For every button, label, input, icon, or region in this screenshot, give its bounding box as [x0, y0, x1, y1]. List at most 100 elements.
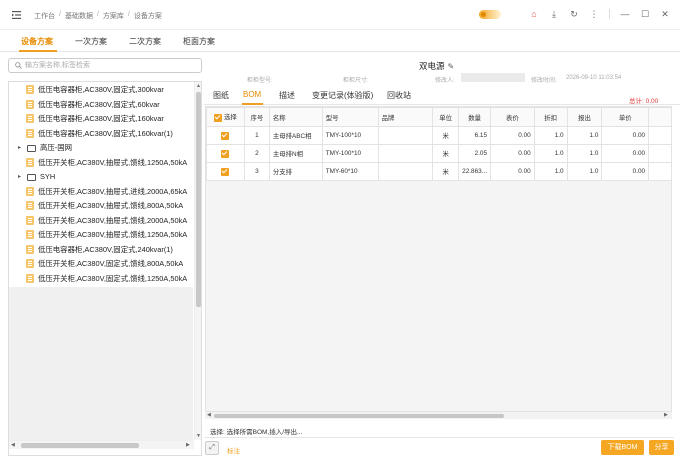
- bom-quote-cell[interactable]: 1.0: [566, 162, 603, 181]
- tree-item[interactable]: 低压电容器柜,AC380V,固定式,60kvar: [9, 98, 193, 112]
- tree-item[interactable]: 低压开关柜,AC380V,抽屉式,馈线,1250A,50kA: [9, 156, 193, 170]
- tree-item[interactable]: 低压开关柜,AC380V,抽屉式,进线,2000A,65kA: [9, 185, 193, 199]
- table-row[interactable]: 3 分支排 TMY-60*10 米 22.863... 0.00 1.0 1.0 0.00: [206, 162, 671, 181]
- grid-horizontal-scrollbar[interactable]: ◀ ▶: [205, 411, 672, 419]
- bom-unit-price-cell[interactable]: 0.00: [601, 126, 650, 145]
- scroll-left-icon[interactable]: ◀: [11, 442, 15, 448]
- table-row[interactable]: 1 主母排ABC相 TMY-100*10 米 6.15 0.00 1.0 1.0 0.00: [206, 126, 671, 145]
- edit-pencil-icon[interactable]: ✎: [448, 62, 455, 71]
- minimize-icon[interactable]: —: [620, 9, 630, 19]
- breadcrumb-item[interactable]: 方案库: [103, 11, 124, 21]
- tab-panel-scheme[interactable]: 柜面方案: [183, 36, 215, 47]
- scrollbar-thumb[interactable]: [21, 443, 139, 448]
- menu-toggle-icon[interactable]: [12, 11, 21, 19]
- bom-seq-cell[interactable]: 1: [243, 126, 270, 145]
- tree-folder[interactable]: ▸ SYH: [9, 170, 193, 184]
- bom-list-price-cell[interactable]: 0.00: [490, 126, 535, 145]
- more-icon[interactable]: ⋮: [589, 9, 599, 19]
- bom-name-cell[interactable]: 分支排: [268, 162, 323, 181]
- tree-item[interactable]: 低压电容器柜,AC380V,固定式,300kvar: [9, 83, 193, 97]
- tree-item[interactable]: 低压开关柜,AC380V,抽屉式,馈线,1250A,50kA: [9, 228, 193, 242]
- bom-quote-cell[interactable]: 1.0: [566, 126, 603, 145]
- bom-unit-cell[interactable]: 米: [432, 126, 460, 145]
- tree-horizontal-scrollbar[interactable]: ◀ ▶: [9, 440, 194, 449]
- scroll-left-icon[interactable]: ◀: [207, 412, 211, 418]
- bom-brand-cell[interactable]: [377, 126, 434, 145]
- bom-unit-cell[interactable]: 米: [432, 144, 460, 163]
- tab-recycle-bin[interactable]: 回收站: [387, 90, 411, 101]
- expand-icon[interactable]: ⤢: [205, 441, 219, 455]
- tab-drawings[interactable]: 图纸: [213, 90, 229, 101]
- download-icon[interactable]: ⤓: [549, 9, 559, 19]
- bom-qty-cell[interactable]: 22.863...: [458, 162, 492, 181]
- tab-primary-scheme[interactable]: 一次方案: [75, 36, 107, 47]
- bom-model-cell[interactable]: TMY-100*10: [321, 126, 379, 145]
- expand-caret-icon[interactable]: ▸: [18, 141, 21, 155]
- bom-select-cell[interactable]: [206, 126, 245, 145]
- column-discount[interactable]: 折扣: [533, 107, 568, 127]
- column-name[interactable]: 名称: [268, 107, 323, 127]
- scroll-right-icon[interactable]: ▶: [186, 442, 190, 448]
- scroll-down-icon[interactable]: ▼: [196, 433, 201, 439]
- bom-qty-cell[interactable]: 6.15: [458, 126, 492, 145]
- home-icon[interactable]: ⌂: [529, 9, 539, 19]
- tree-item[interactable]: 低压开关柜,AC380V,固定式,馈线,1250A,50kA: [9, 272, 193, 286]
- bom-brand-cell[interactable]: [377, 144, 434, 163]
- tree-item[interactable]: 低压电容器柜,AC380V,固定式,240kvar(1): [9, 243, 193, 257]
- scroll-up-icon[interactable]: ▲: [196, 83, 201, 89]
- breadcrumb-item[interactable]: 基础数据: [65, 11, 93, 21]
- tree-item[interactable]: 低压开关柜,AC380V,固定式,馈线,800A,50kA: [9, 257, 193, 271]
- column-select[interactable]: 选择: [206, 107, 245, 127]
- row-checkbox[interactable]: [221, 131, 230, 140]
- scrollbar-thumb[interactable]: [214, 414, 504, 418]
- bom-model-cell[interactable]: TMY-100*10: [321, 144, 379, 163]
- user-logo[interactable]: [479, 9, 501, 19]
- tree-vertical-scrollbar[interactable]: ▲ ▼: [194, 82, 201, 440]
- tree-item[interactable]: 低压电容器柜,AC380V,固定式,160kvar: [9, 112, 193, 126]
- bom-quote-cell[interactable]: 1.0: [566, 144, 603, 163]
- expand-caret-icon[interactable]: ▸: [18, 170, 21, 184]
- close-icon[interactable]: ✕: [660, 9, 670, 19]
- row-checkbox[interactable]: [221, 167, 230, 176]
- share-button[interactable]: 分享: [649, 440, 674, 455]
- column-qty[interactable]: 数量: [458, 107, 492, 127]
- bom-discount-cell[interactable]: 1.0: [533, 162, 568, 181]
- bom-name-cell[interactable]: 主母排N相: [268, 144, 323, 163]
- search-input[interactable]: [25, 60, 195, 71]
- bom-list-price-cell[interactable]: 0.00: [490, 162, 535, 181]
- column-brand[interactable]: 品牌: [377, 107, 434, 127]
- bom-select-cell[interactable]: [206, 144, 245, 163]
- bom-seq-cell[interactable]: 2: [243, 144, 270, 163]
- row-checkbox[interactable]: [221, 149, 230, 158]
- download-bom-button[interactable]: 下载BOM: [601, 440, 644, 455]
- tree-item[interactable]: 低压开关柜,AC380V,抽屉式,馈线,2000A,50kA: [9, 214, 193, 228]
- table-row[interactable]: 2 主母排N相 TMY-100*10 米 2.05 0.00 1.0 1.0 0.00: [206, 144, 671, 163]
- bom-discount-cell[interactable]: 1.0: [533, 144, 568, 163]
- bom-name-cell[interactable]: 主母排ABC相: [268, 126, 323, 145]
- column-seq[interactable]: 序号: [243, 107, 270, 127]
- tab-secondary-scheme[interactable]: 二次方案: [129, 36, 161, 47]
- bom-qty-cell[interactable]: 2.05: [458, 144, 492, 163]
- bom-discount-cell[interactable]: 1.0: [533, 126, 568, 145]
- column-unit-price[interactable]: 单价: [601, 107, 650, 127]
- maximize-icon[interactable]: ☐: [640, 9, 650, 19]
- column-model[interactable]: 型号: [321, 107, 379, 127]
- bom-unit-price-cell[interactable]: 0.00: [601, 144, 650, 163]
- tab-device-scheme[interactable]: 设备方案: [21, 36, 53, 47]
- tab-change-log[interactable]: 变更记录(体验版): [312, 90, 373, 101]
- bom-list-price-cell[interactable]: 0.00: [490, 144, 535, 163]
- tab-bom[interactable]: BOM: [243, 90, 261, 99]
- tab-description[interactable]: 描述: [279, 90, 295, 101]
- scroll-right-icon[interactable]: ▶: [664, 412, 668, 418]
- column-list-price[interactable]: 表价: [490, 107, 535, 127]
- bom-seq-cell[interactable]: 3: [243, 162, 270, 181]
- bom-select-cell[interactable]: [206, 162, 245, 181]
- tree-folder[interactable]: ▸ 高压-国网: [9, 141, 193, 155]
- bom-model-cell[interactable]: TMY-60*10: [321, 162, 379, 181]
- select-all-checkbox[interactable]: [214, 113, 223, 122]
- breadcrumb-item[interactable]: 工作台: [34, 11, 55, 21]
- bom-brand-cell[interactable]: [377, 162, 434, 181]
- scrollbar-thumb[interactable]: [196, 92, 201, 307]
- column-unit[interactable]: 单位: [432, 107, 460, 127]
- refresh-icon[interactable]: ↻: [569, 9, 579, 19]
